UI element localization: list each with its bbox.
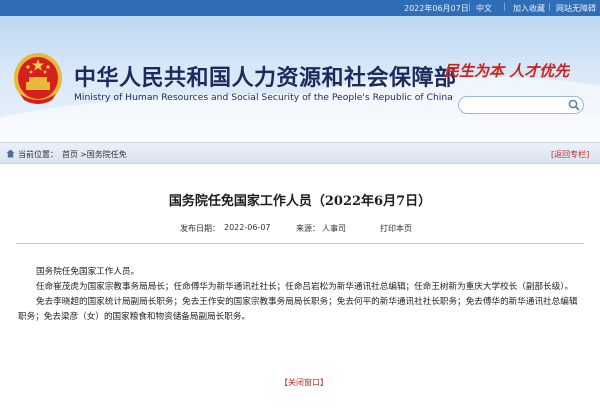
close-window-link[interactable]: 【关闭窗口】: [280, 377, 328, 388]
national-emblem-icon: [14, 53, 62, 104]
article-body: 国务院任免国家工作人员。 任命崔茂虎为国家宗教事务局局长；任命傅华为新华通讯社社…: [18, 265, 584, 325]
language-link[interactable]: 中文: [476, 3, 492, 14]
current-date: 2022年06月07日: [404, 4, 469, 13]
article-title: 国务院任免国家工作人员（2022年6月7日）: [168, 194, 432, 209]
source-label: 来源：: [296, 224, 320, 233]
location-icon: [6, 149, 15, 158]
article-paragraph: 任命崔茂虎为国家宗教事务局局长；任命傅华为新华通讯社社长；任命吕岩松为新华通讯社…: [36, 282, 574, 292]
article-paragraph: 免去李晓超的国家统计局副局长职务；免去王作安的国家宗教事务局局长职务；免去何平的…: [18, 297, 578, 322]
add-favorite-link[interactable]: 加入收藏: [513, 3, 545, 14]
accessibility-link[interactable]: 网站无障碍: [556, 3, 596, 14]
divider: [16, 243, 584, 244]
site-title-english: Ministry of Human Resources and Social S…: [74, 92, 453, 103]
search-input[interactable]: [458, 96, 584, 114]
article-paragraph: 国务院任免国家工作人员。: [36, 267, 140, 277]
source-value: 人事司: [322, 224, 346, 233]
top-bar: 2022年06月07日 | 中文 | 加入收藏 | 网站无障碍: [0, 0, 600, 16]
separator: |: [548, 2, 551, 11]
search-icon[interactable]: [568, 99, 580, 111]
print-link[interactable]: 打印本页: [380, 223, 412, 234]
breadcrumb-current[interactable]: >国务院任免: [80, 149, 127, 160]
site-title[interactable]: 中华人民共和国人力资源和社会保障部: [74, 60, 457, 92]
page: 2022年06月07日 | 中文 | 加入收藏 | 网站无障碍 中华人民共和国人…: [0, 0, 600, 410]
separator: |: [468, 2, 471, 11]
slogan: 民生为本 人才优先: [444, 62, 570, 80]
breadcrumb: 当前位置： 首页 >国务院任免 [返回专栏]: [0, 142, 600, 164]
publish-date: 2022-06-07: [224, 223, 271, 232]
date-label: 发布日期：: [180, 224, 220, 233]
breadcrumb-home-link[interactable]: 首页: [62, 149, 78, 160]
separator: |: [503, 2, 506, 11]
header-banner: 中华人民共和国人力资源和社会保障部 Ministry of Human Reso…: [0, 16, 600, 138]
breadcrumb-label: 当前位置：: [18, 150, 58, 159]
back-to-column-link[interactable]: [返回专栏]: [551, 149, 589, 160]
